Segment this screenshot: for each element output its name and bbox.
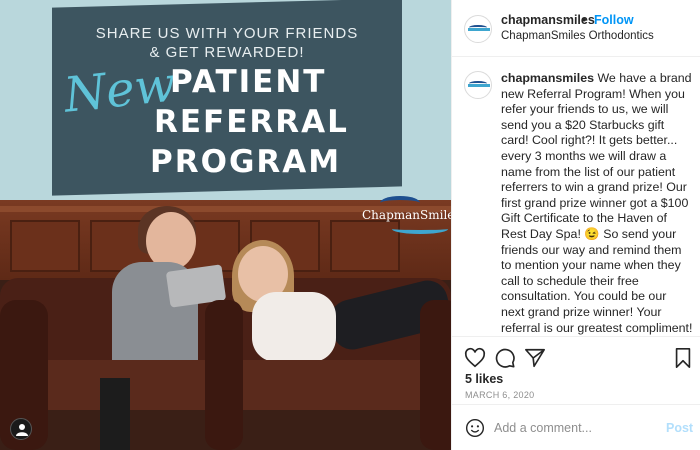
- avatar[interactable]: [464, 15, 492, 43]
- header-username[interactable]: chapmansmiles: [501, 13, 595, 27]
- banner-share-line: SHARE US WITH YOUR FRIENDS: [95, 25, 359, 42]
- comment-bar: Post: [452, 404, 700, 450]
- share-icon[interactable]: [524, 347, 546, 369]
- likes-count[interactable]: 5 likes: [465, 372, 503, 386]
- comment-icon[interactable]: [494, 347, 516, 369]
- caption-text-block: chapmansmiles We have a brand new Referr…: [501, 71, 693, 335]
- brand-logo: ChapmanSmiles: [362, 196, 451, 236]
- user-tag-icon[interactable]: [10, 418, 32, 440]
- post-image[interactable]: SHARE US WITH YOUR FRIENDS & GET REWARDE…: [0, 0, 451, 450]
- header-separator: •: [582, 13, 587, 27]
- heart-icon[interactable]: [464, 347, 486, 369]
- image-wood-panel: [10, 220, 80, 272]
- avatar[interactable]: [464, 71, 492, 99]
- post-date[interactable]: MARCH 6, 2020: [465, 390, 534, 400]
- banner-title-line: PATIENT: [170, 64, 327, 100]
- follow-button[interactable]: Follow: [594, 13, 634, 27]
- banner-title-line: PROGRAM: [150, 144, 342, 180]
- banner-share-text: SHARE US WITH YOUR FRIENDS & GET REWARDE…: [52, 24, 402, 62]
- sofa-arm: [205, 300, 243, 450]
- caption-body: We have a brand new Referral Program! Wh…: [501, 71, 693, 335]
- comment-input[interactable]: [494, 418, 654, 438]
- banner-title-line: REFERRAL: [154, 104, 349, 140]
- logo-wave: [392, 224, 448, 234]
- caption-username[interactable]: chapmansmiles: [501, 71, 594, 85]
- person-body: [252, 292, 336, 362]
- post-sidebar: chapmansmiles • Follow ChapmanSmiles Ort…: [451, 0, 700, 450]
- post-caption: chapmansmiles We have a brand new Referr…: [452, 57, 700, 335]
- banner-share-line: & GET REWARDED!: [149, 44, 305, 61]
- bookmark-icon[interactable]: [672, 347, 694, 369]
- post-header: chapmansmiles • Follow ChapmanSmiles Ort…: [452, 0, 700, 57]
- post-button[interactable]: Post: [666, 421, 693, 435]
- person-leg: [100, 378, 130, 450]
- header-subtitle[interactable]: ChapmanSmiles Orthodontics: [501, 30, 654, 42]
- emoji-icon[interactable]: [465, 418, 485, 438]
- sofa-arm: [420, 300, 451, 450]
- logo-text: ChapmanSmiles: [362, 208, 451, 222]
